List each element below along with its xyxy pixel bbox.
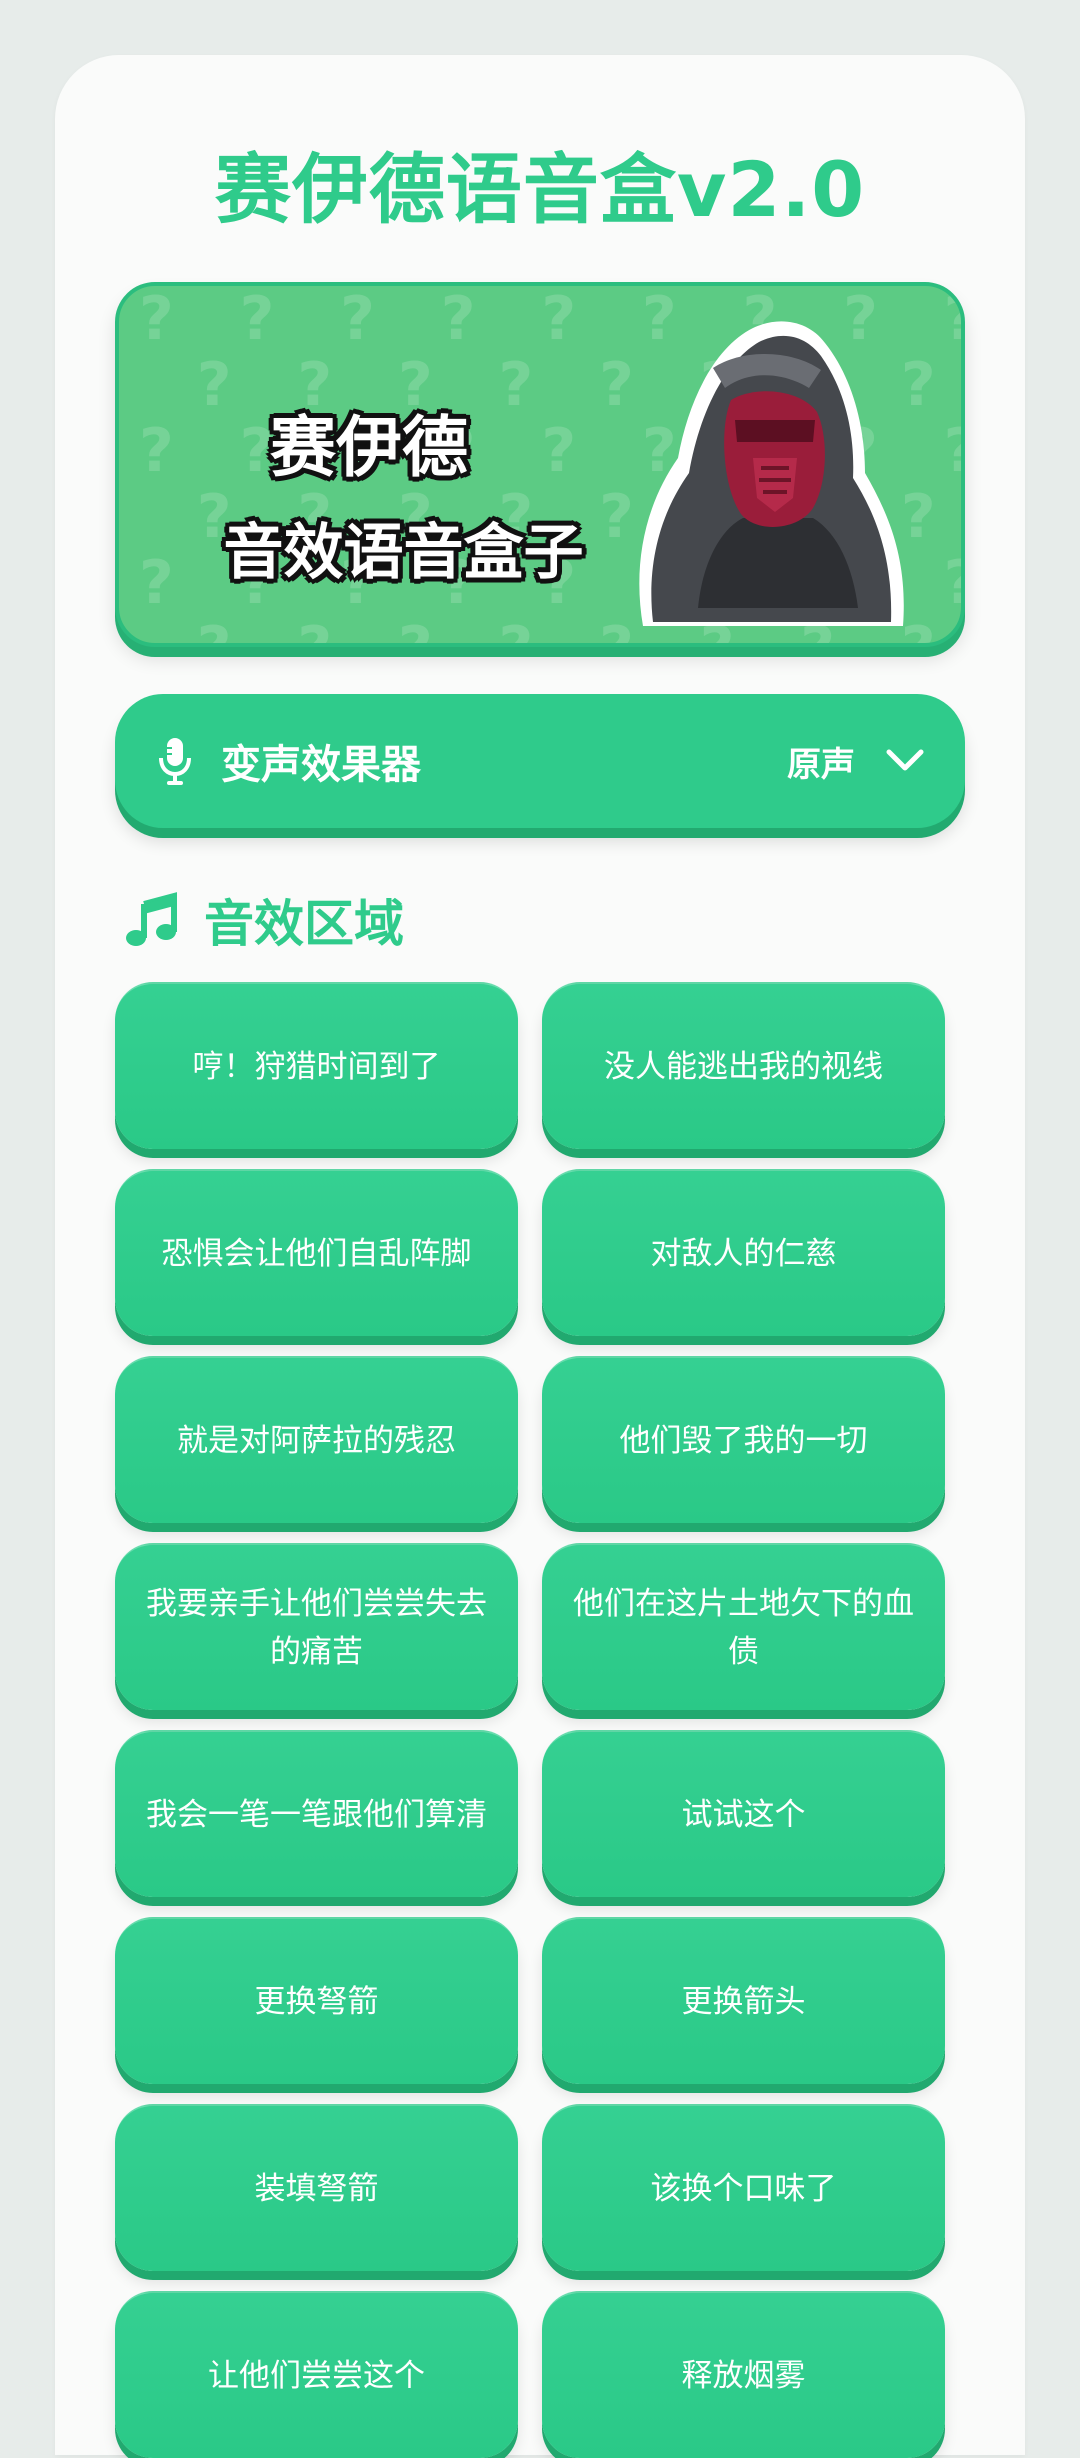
sound-button[interactable]: 装填弩箭 <box>115 2104 518 2271</box>
app-title: 赛伊德语音盒v2.0 <box>214 145 866 234</box>
sound-button[interactable]: 释放烟雾 <box>542 2291 945 2458</box>
sound-button[interactable]: 他们毁了我的一切 <box>542 1356 945 1523</box>
sound-button[interactable]: 更换弩箭 <box>115 1917 518 2084</box>
sound-section-header: 音效区域 <box>124 884 404 956</box>
sound-button[interactable]: 更换箭头 <box>542 1917 945 2084</box>
sound-button-grid: 哼！狩猎时间到了 没人能逃出我的视线 恐惧会让他们自乱阵脚 对敌人的仁慈 就是对… <box>115 982 945 2458</box>
sound-button[interactable]: 该换个口味了 <box>542 2104 945 2271</box>
section-title: 音效区域 <box>204 895 404 953</box>
sound-button[interactable]: 对敌人的仁慈 <box>542 1169 945 1336</box>
sound-button[interactable]: 没人能逃出我的视线 <box>542 982 945 1149</box>
sound-button[interactable]: 恐惧会让他们自乱阵脚 <box>115 1169 518 1336</box>
sound-button[interactable]: 让他们尝尝这个 <box>115 2291 518 2458</box>
voice-changer-dropdown[interactable]: 变声效果器 原声 <box>115 694 965 828</box>
sound-button[interactable]: 就是对阿萨拉的残忍 <box>115 1356 518 1523</box>
sound-button[interactable]: 他们在这片土地欠下的血债 <box>542 1543 945 1710</box>
banner-title: 赛伊德 <box>270 409 468 486</box>
microphone-icon <box>159 738 191 785</box>
voice-changer-selected: 原声 <box>787 744 855 785</box>
voice-changer-title: 变声效果器 <box>221 742 421 788</box>
sound-button[interactable]: 哼！狩猎时间到了 <box>115 982 518 1149</box>
sound-button[interactable]: 我要亲手让他们尝尝失去的痛苦 <box>115 1543 518 1710</box>
hooded-character-portrait <box>639 321 904 626</box>
chevron-down-icon <box>886 749 924 771</box>
music-note-icon <box>126 892 177 946</box>
hero-banner: ? ? ? ? ? ? ? ? ? ? ? ? ? ? ? ? ? ? ? ? … <box>115 282 965 647</box>
banner-subtitle: 音效语音盒子 <box>223 518 584 588</box>
sound-button[interactable]: 试试这个 <box>542 1730 945 1897</box>
sound-button[interactable]: 我会一笔一笔跟他们算清 <box>115 1730 518 1897</box>
